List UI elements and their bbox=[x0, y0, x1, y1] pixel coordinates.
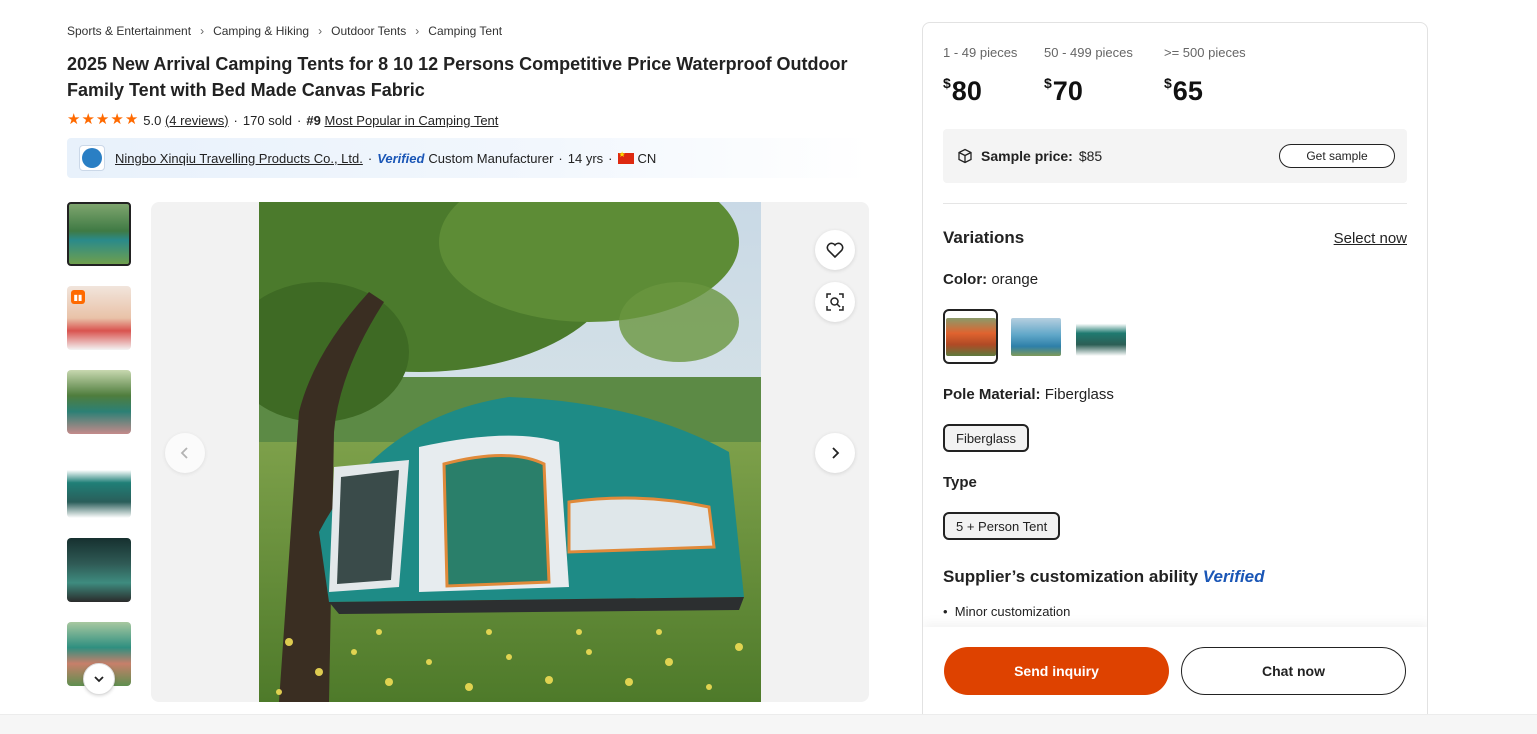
supplier-logo[interactable] bbox=[79, 145, 105, 171]
supplier-bar: Ningbo Xinqiu Travelling Products Co., L… bbox=[67, 138, 869, 178]
chevron-left-icon bbox=[180, 447, 188, 459]
image-search-icon bbox=[826, 293, 844, 311]
chevron-right-icon: › bbox=[318, 24, 323, 38]
star-icon: ★ bbox=[81, 111, 95, 128]
type-option-chip[interactable]: 5 + Person Tent bbox=[943, 512, 1061, 540]
tent-photo bbox=[259, 202, 761, 702]
pole-option-chip[interactable]: Fiberglass bbox=[943, 424, 1029, 452]
reviews-link[interactable]: (4 reviews) bbox=[165, 113, 229, 128]
divider bbox=[943, 203, 1407, 204]
color-swatch-green[interactable] bbox=[1073, 309, 1128, 364]
color-swatch-blue[interactable] bbox=[1008, 309, 1063, 364]
sold-count: 170 sold bbox=[242, 112, 293, 128]
star-icon: ★ bbox=[110, 111, 124, 128]
price-tiers: 1 - 49 pieces $80 50 - 499 pieces $70 >=… bbox=[943, 45, 1268, 106]
price-tier: 50 - 499 pieces $70 bbox=[1044, 45, 1142, 106]
chevron-right-icon: › bbox=[200, 24, 205, 38]
rating-row: ★ ★ ★ ★ ★ 5.0 (4 reviews) · 170 sold · #… bbox=[67, 111, 499, 128]
breadcrumb: Sports & Entertainment › Camping & Hikin… bbox=[67, 24, 502, 38]
star-rating: ★ ★ ★ ★ ★ bbox=[67, 112, 138, 128]
tier-price: 70 bbox=[1052, 76, 1083, 106]
sample-price-box: Sample price: $85 Get sample bbox=[943, 129, 1407, 183]
thumbnail-image[interactable] bbox=[67, 202, 131, 266]
select-now-link[interactable]: Select now bbox=[1334, 230, 1407, 247]
chat-now-button[interactable]: Chat now bbox=[1181, 647, 1406, 695]
verified-badge: Verified bbox=[1202, 567, 1265, 586]
tier-quantity: >= 500 pieces bbox=[1164, 45, 1246, 60]
thumbnail-image[interactable] bbox=[67, 370, 131, 434]
next-image-button[interactable] bbox=[815, 433, 855, 473]
tier-price: 80 bbox=[951, 76, 982, 106]
action-bar: Send inquiry Chat now bbox=[923, 627, 1427, 725]
heart-icon bbox=[826, 242, 844, 259]
package-icon bbox=[958, 148, 972, 164]
verified-badge: Verified bbox=[377, 150, 425, 166]
image-gallery bbox=[151, 202, 869, 702]
thumbnail-scroll-down-button[interactable] bbox=[83, 663, 115, 695]
product-title: 2025 New Arrival Camping Tents for 8 10 … bbox=[67, 54, 848, 100]
star-icon: ★ bbox=[124, 111, 139, 128]
supplier-years: 14 yrs bbox=[567, 150, 604, 166]
variations-title: Variations bbox=[943, 228, 1025, 247]
pole-material-value: Fiberglass bbox=[1044, 386, 1114, 403]
tier-quantity: 1 - 49 pieces bbox=[943, 45, 1018, 60]
star-icon: ★ bbox=[67, 111, 81, 128]
chevron-down-icon bbox=[94, 676, 104, 683]
thumbnail-video[interactable]: ▮▮ bbox=[67, 286, 131, 350]
video-icon: ▮▮ bbox=[71, 290, 85, 304]
supplier-name-link[interactable]: Ningbo Xinqiu Travelling Products Co., L… bbox=[115, 151, 363, 166]
supplier-type: Custom Manufacturer bbox=[428, 150, 554, 166]
color-swatches bbox=[943, 309, 1128, 364]
image-search-button[interactable] bbox=[815, 282, 855, 322]
price-tier: 1 - 49 pieces $80 bbox=[943, 45, 1022, 106]
favorite-button[interactable] bbox=[815, 230, 855, 270]
get-sample-button[interactable]: Get sample bbox=[1279, 144, 1395, 168]
customization-title: Supplier’s customization ability Verifie… bbox=[943, 567, 1265, 586]
color-swatch-orange[interactable] bbox=[943, 309, 998, 364]
sample-price-label: Sample price: bbox=[981, 148, 1073, 164]
previous-image-button[interactable] bbox=[165, 433, 205, 473]
sample-price-value: $85 bbox=[1078, 148, 1103, 164]
tier-quantity: 50 - 499 pieces bbox=[1044, 45, 1133, 60]
type-attribute: Type bbox=[943, 474, 977, 491]
color-attribute: Color: orange bbox=[943, 271, 1039, 288]
footer-strip bbox=[0, 714, 1537, 734]
chevron-right-icon: › bbox=[415, 24, 420, 38]
variations-header: Variations Select now bbox=[943, 228, 1407, 248]
breadcrumb-item[interactable]: Sports & Entertainment bbox=[67, 24, 191, 38]
star-icon: ★ bbox=[95, 111, 110, 128]
chevron-right-icon bbox=[832, 447, 840, 459]
main-product-image[interactable] bbox=[259, 202, 761, 702]
purchase-panel: 1 - 49 pieces $80 50 - 499 pieces $70 >=… bbox=[922, 22, 1428, 726]
customization-item: • Minor customization bbox=[943, 604, 1071, 619]
thumbnail-image[interactable] bbox=[67, 454, 131, 518]
rank-badge: #9 bbox=[306, 112, 321, 128]
color-value: orange bbox=[991, 271, 1039, 288]
breadcrumb-item[interactable]: Camping Tent bbox=[428, 24, 502, 38]
pole-material-attribute: Pole Material: Fiberglass bbox=[943, 386, 1114, 403]
breadcrumb-item[interactable]: Camping & Hiking bbox=[213, 24, 309, 38]
china-flag-icon bbox=[617, 150, 634, 164]
rating-value: 5.0 bbox=[143, 112, 162, 128]
send-inquiry-button[interactable]: Send inquiry bbox=[944, 647, 1169, 695]
thumbnail-list: ▮▮ bbox=[67, 202, 131, 692]
thumbnail-image[interactable] bbox=[67, 538, 131, 602]
price-tier: >= 500 pieces $65 bbox=[1164, 45, 1246, 106]
breadcrumb-item[interactable]: Outdoor Tents bbox=[331, 24, 406, 38]
supplier-country: CN bbox=[637, 150, 657, 166]
rank-link[interactable]: Most Popular in Camping Tent bbox=[324, 113, 498, 128]
tier-price: 65 bbox=[1172, 76, 1203, 106]
